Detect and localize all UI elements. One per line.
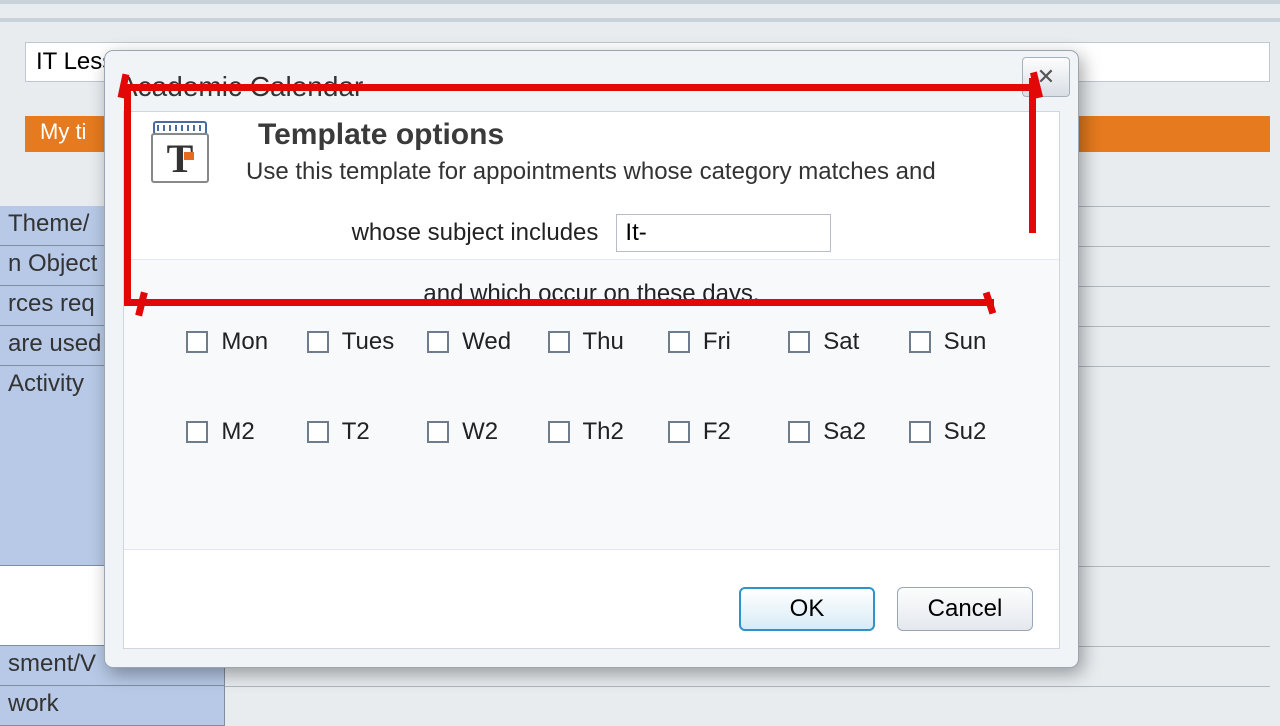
day-label: Tues [342, 328, 394, 356]
days-row-2: M2 T2 W2 Th2 F2 Sa2 Su2 [124, 418, 1059, 446]
day-t2[interactable]: T2 [303, 418, 399, 446]
day-su2[interactable]: Su2 [905, 418, 1001, 446]
dialog-button-row: OK Cancel [124, 570, 1059, 648]
dialog-title: Academic Calendar [119, 71, 363, 103]
checkbox-th2[interactable] [548, 421, 570, 443]
dialog-titlebar[interactable]: Academic Calendar ✕ [105, 51, 1078, 111]
day-fri[interactable]: Fri [664, 328, 760, 356]
cancel-button[interactable]: Cancel [897, 587, 1033, 631]
day-label: M2 [221, 418, 254, 446]
day-sun[interactable]: Sun [905, 328, 1001, 356]
template-options-subtext: Use this template for appointments whose… [246, 158, 936, 186]
side-cell: work [0, 686, 225, 726]
checkbox-mon[interactable] [186, 331, 208, 353]
checkbox-su2[interactable] [909, 421, 931, 443]
day-wed[interactable]: Wed [423, 328, 519, 356]
template-options-heading: Template options [258, 118, 504, 152]
day-label: Sat [823, 328, 859, 356]
days-row-1: Mon Tues Wed Thu Fri Sat Sun [124, 328, 1059, 356]
checkbox-sa2[interactable] [788, 421, 810, 443]
day-m2[interactable]: M2 [182, 418, 278, 446]
subject-label: whose subject includes [352, 219, 599, 247]
my-timetable-tab[interactable]: My ti [26, 116, 100, 152]
subject-input[interactable] [616, 214, 831, 252]
day-label: F2 [703, 418, 731, 446]
checkbox-sat[interactable] [788, 331, 810, 353]
checkbox-wed[interactable] [427, 331, 449, 353]
day-f2[interactable]: F2 [664, 418, 760, 446]
close-button[interactable]: ✕ [1022, 57, 1070, 97]
day-label: Wed [462, 328, 511, 356]
checkbox-m2[interactable] [186, 421, 208, 443]
template-header-panel: T Template options Use this template for… [124, 112, 1059, 260]
day-label: T2 [342, 418, 370, 446]
day-label: Th2 [583, 418, 624, 446]
checkbox-w2[interactable] [427, 421, 449, 443]
day-label: Mon [221, 328, 268, 356]
day-label: Sun [944, 328, 987, 356]
day-label: Su2 [944, 418, 987, 446]
dialog-body: T Template options Use this template for… [123, 111, 1060, 649]
day-tues[interactable]: Tues [303, 328, 399, 356]
day-label: Thu [583, 328, 624, 356]
days-panel: and which occur on these days. Mon Tues … [124, 260, 1059, 550]
template-options-dialog: Academic Calendar ✕ T Template options [104, 50, 1079, 668]
checkbox-thu[interactable] [548, 331, 570, 353]
day-mon[interactable]: Mon [182, 328, 278, 356]
day-label: Sa2 [823, 418, 866, 446]
day-sa2[interactable]: Sa2 [784, 418, 880, 446]
day-sat[interactable]: Sat [784, 328, 880, 356]
day-label: W2 [462, 418, 498, 446]
checkbox-f2[interactable] [668, 421, 690, 443]
days-caption: and which occur on these days. [124, 280, 1059, 308]
day-w2[interactable]: W2 [423, 418, 519, 446]
ok-button[interactable]: OK [739, 587, 875, 631]
day-th2[interactable]: Th2 [544, 418, 640, 446]
day-thu[interactable]: Thu [544, 328, 640, 356]
close-icon: ✕ [1037, 64, 1055, 90]
checkbox-sun[interactable] [909, 331, 931, 353]
template-icon: T [148, 120, 212, 184]
day-label: Fri [703, 328, 731, 356]
checkbox-tues[interactable] [307, 331, 329, 353]
checkbox-fri[interactable] [668, 331, 690, 353]
checkbox-t2[interactable] [307, 421, 329, 443]
